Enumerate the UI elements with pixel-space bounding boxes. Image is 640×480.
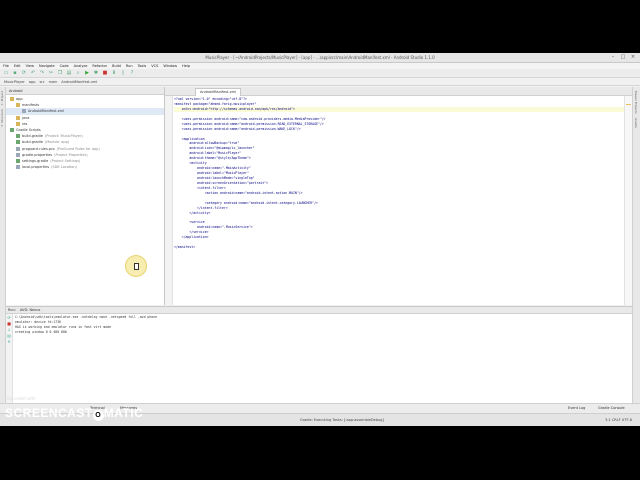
debug-icon[interactable]: ✱ (93, 70, 99, 76)
sdk-manager-icon[interactable]: ⬇ (111, 70, 117, 76)
folder-icon (16, 115, 20, 120)
gradle-console-tab[interactable]: Gradle Console (598, 406, 625, 410)
tree-item-label: manifests (22, 103, 40, 108)
rerun-icon[interactable]: ⟳ (7, 316, 11, 320)
editor-gutter (165, 96, 173, 305)
run-icon[interactable]: ▶ (84, 70, 90, 76)
project-tool-tab[interactable]: 1: Project (0, 91, 4, 105)
code-line: </manifest> (174, 245, 196, 250)
breadcrumb-item[interactable]: main (49, 79, 58, 85)
main-toolbar: ▭ ▪ ⟳ ↶ ↷ ✂ ❐ ▤ ⌕ ▶ ✱ ■ ⬇ ▯ ? (0, 69, 640, 78)
search-icon[interactable]: ⌕ (75, 70, 81, 76)
clear-icon[interactable]: ✕ (7, 340, 11, 344)
run-label: Run: (8, 308, 16, 312)
maximize-icon[interactable]: □ (620, 54, 626, 60)
gradle-icon (16, 140, 20, 145)
folder-icon (10, 97, 14, 101)
editor: AndroidManifest.xml <?xml version="1.0" … (165, 87, 632, 305)
print-icon[interactable]: ▤ (7, 334, 11, 338)
tree-item-detail: (Project Settings) (50, 158, 81, 163)
tree-item-detail: (Module: app) (44, 140, 70, 145)
file-icon (16, 165, 20, 170)
status-message: Gradle: Executing Tasks: [:app:assembleD… (300, 418, 384, 422)
tree-item-label: java (22, 115, 30, 120)
paste-icon[interactable]: ▤ (66, 70, 72, 76)
stop-icon[interactable]: ■ (102, 70, 108, 76)
editor-tab-bar: AndroidManifest.xml (165, 87, 632, 96)
breadcrumb: MusicPlayer app src main AndroidManifest.xml (0, 79, 640, 86)
run-panel-header: Run: AVD: Nexus (6, 307, 632, 314)
project-view-selector[interactable]: Android (9, 89, 23, 93)
breadcrumb-item[interactable]: AndroidManifest.xml (61, 79, 97, 85)
tree-item-label: build.gradle (22, 140, 43, 145)
project-tree: app manifests AndroidManifest.xml java res Gr… (6, 95, 164, 171)
open-folder-icon[interactable]: ▭ (3, 70, 9, 76)
tree-item-label: local.properties (22, 165, 50, 170)
save-icon[interactable]: ▪ (12, 70, 18, 76)
recorded-with-label: Recorded with (7, 396, 36, 401)
breadcrumb-item[interactable]: src (39, 79, 44, 85)
title-bar: MusicPlayer - [~/AndroidProjects/MusicPl… (0, 53, 640, 63)
file-icon (16, 146, 20, 151)
tree-item-label: gradle.properties (22, 152, 53, 157)
avd-manager-icon[interactable]: ▯ (120, 70, 126, 76)
folder-icon (16, 103, 20, 108)
folder-icon (16, 121, 20, 126)
window-controls: – □ × (610, 54, 636, 60)
warning-marker[interactable] (626, 104, 631, 105)
mouse-cursor-highlight (125, 255, 147, 277)
gradle-icon (10, 127, 14, 132)
file-icon (16, 152, 20, 157)
tree-item-label: app (16, 97, 23, 101)
tree-item-detail: (SDK Location) (51, 165, 77, 170)
tree-item-label: Gradle Scripts (16, 127, 41, 132)
tree-item-detail: (Project Properties) (54, 152, 88, 157)
run-config-tab[interactable]: AVD: Nexus (20, 308, 40, 312)
tree-item-detail: (Project: MusicPlayer) (44, 134, 83, 139)
tab-android-manifest[interactable]: AndroidManifest.xml (195, 88, 242, 96)
run-toolbar: ⟳ ■ ↓ ▤ ✕ (6, 314, 13, 404)
cut-icon[interactable]: ✂ (48, 70, 54, 76)
cursor-position: 3:1 CRLF UTF-8 (605, 418, 632, 422)
event-log-tab[interactable]: Event Log (568, 406, 585, 410)
copy-icon[interactable]: ❐ (57, 70, 63, 76)
code-area[interactable]: <?xml version="1.0" encoding="utf-8"?> <m… (174, 97, 624, 250)
run-panel: Run: AVD: Nexus ⟳ ■ ↓ ▤ ✕ C:\Android\sdk… (6, 306, 632, 404)
screencast-o-matic-logo: Recorded with SCREENCAST O MATIC (5, 396, 144, 422)
tree-item-label: settings.gradle (22, 158, 49, 163)
structure-tool-tab[interactable]: 7: Structure (0, 109, 4, 127)
maven-tool-tab[interactable]: Maven Projects (634, 91, 638, 114)
stop-run-icon[interactable]: ■ (7, 322, 11, 326)
tree-item-label: build.gradle (22, 134, 43, 139)
close-icon[interactable]: × (630, 54, 636, 60)
tree-item-label: proguard-rules.pro (22, 146, 55, 151)
ide-window: MusicPlayer - [~/AndroidProjects/MusicPl… (0, 53, 640, 426)
gradle-tool-tab[interactable]: Gradle (634, 118, 638, 128)
breadcrumb-item[interactable]: app (29, 79, 36, 85)
watermark-logo-text: SCREENCAST O MATIC (5, 405, 144, 421)
right-tool-strip: Maven Projects Gradle (632, 87, 640, 403)
window-title: MusicPlayer - [~/AndroidProjects/MusicPl… (205, 55, 435, 60)
tree-item-label: res (22, 121, 28, 126)
redo-icon[interactable]: ↷ (39, 70, 45, 76)
help-icon[interactable]: ? (129, 70, 135, 76)
gradle-icon (16, 134, 20, 139)
breadcrumb-item[interactable]: MusicPlayer (4, 79, 25, 85)
sync-icon[interactable]: ⟳ (21, 70, 27, 76)
editor-scrollbar[interactable] (624, 96, 632, 305)
tree-item-detail: (ProGuard Rules for app) (56, 146, 100, 151)
gradle-icon (16, 158, 20, 163)
tree-item-label: AndroidManifest.xml (28, 109, 65, 114)
console-line: creating window 0 0 480 800 (15, 330, 67, 334)
tree-item[interactable]: local.properties (SDK Location) (6, 164, 164, 170)
file-icon (22, 109, 26, 114)
console-output[interactable]: C:\Android\sdk\tools\emulator.exe -netde… (15, 315, 628, 335)
minimize-icon[interactable]: – (610, 54, 616, 60)
scroll-end-icon[interactable]: ↓ (7, 328, 11, 332)
project-panel-header: Android (6, 87, 164, 95)
undo-icon[interactable]: ↶ (30, 70, 36, 76)
